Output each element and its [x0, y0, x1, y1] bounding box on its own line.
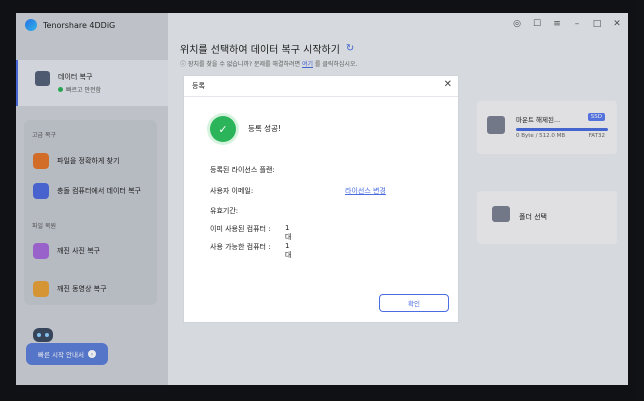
email-label: 사용자 이메일:	[210, 187, 254, 195]
change-license-link[interactable]: 라이선스 변경	[345, 186, 386, 196]
checkmark-icon: ✓	[210, 116, 236, 142]
available-computers-row: 사용 가능한 컴퓨터 : 1대	[210, 242, 292, 259]
registration-dialog: 등록 ✕ ✓ 등록 성공! 등록된 라이선스 플랜: 사용자 이메일: 라이선스…	[183, 75, 459, 323]
close-icon[interactable]: ✕	[444, 79, 452, 90]
dialog-header: 등록 ✕	[184, 76, 458, 97]
confirm-button[interactable]: 확인	[379, 294, 449, 312]
success-message: 등록 성공!	[248, 124, 281, 133]
expiry-label: 유효기간:	[210, 207, 239, 215]
dialog-title: 등록	[192, 82, 205, 90]
available-computers-value: 1대	[285, 242, 292, 259]
used-computers-row: 이미 사용된 컴퓨터 : 1대	[210, 224, 292, 241]
license-plan-label: 등록된 라이선스 플랜:	[210, 166, 275, 174]
used-computers-value: 1대	[285, 224, 292, 241]
